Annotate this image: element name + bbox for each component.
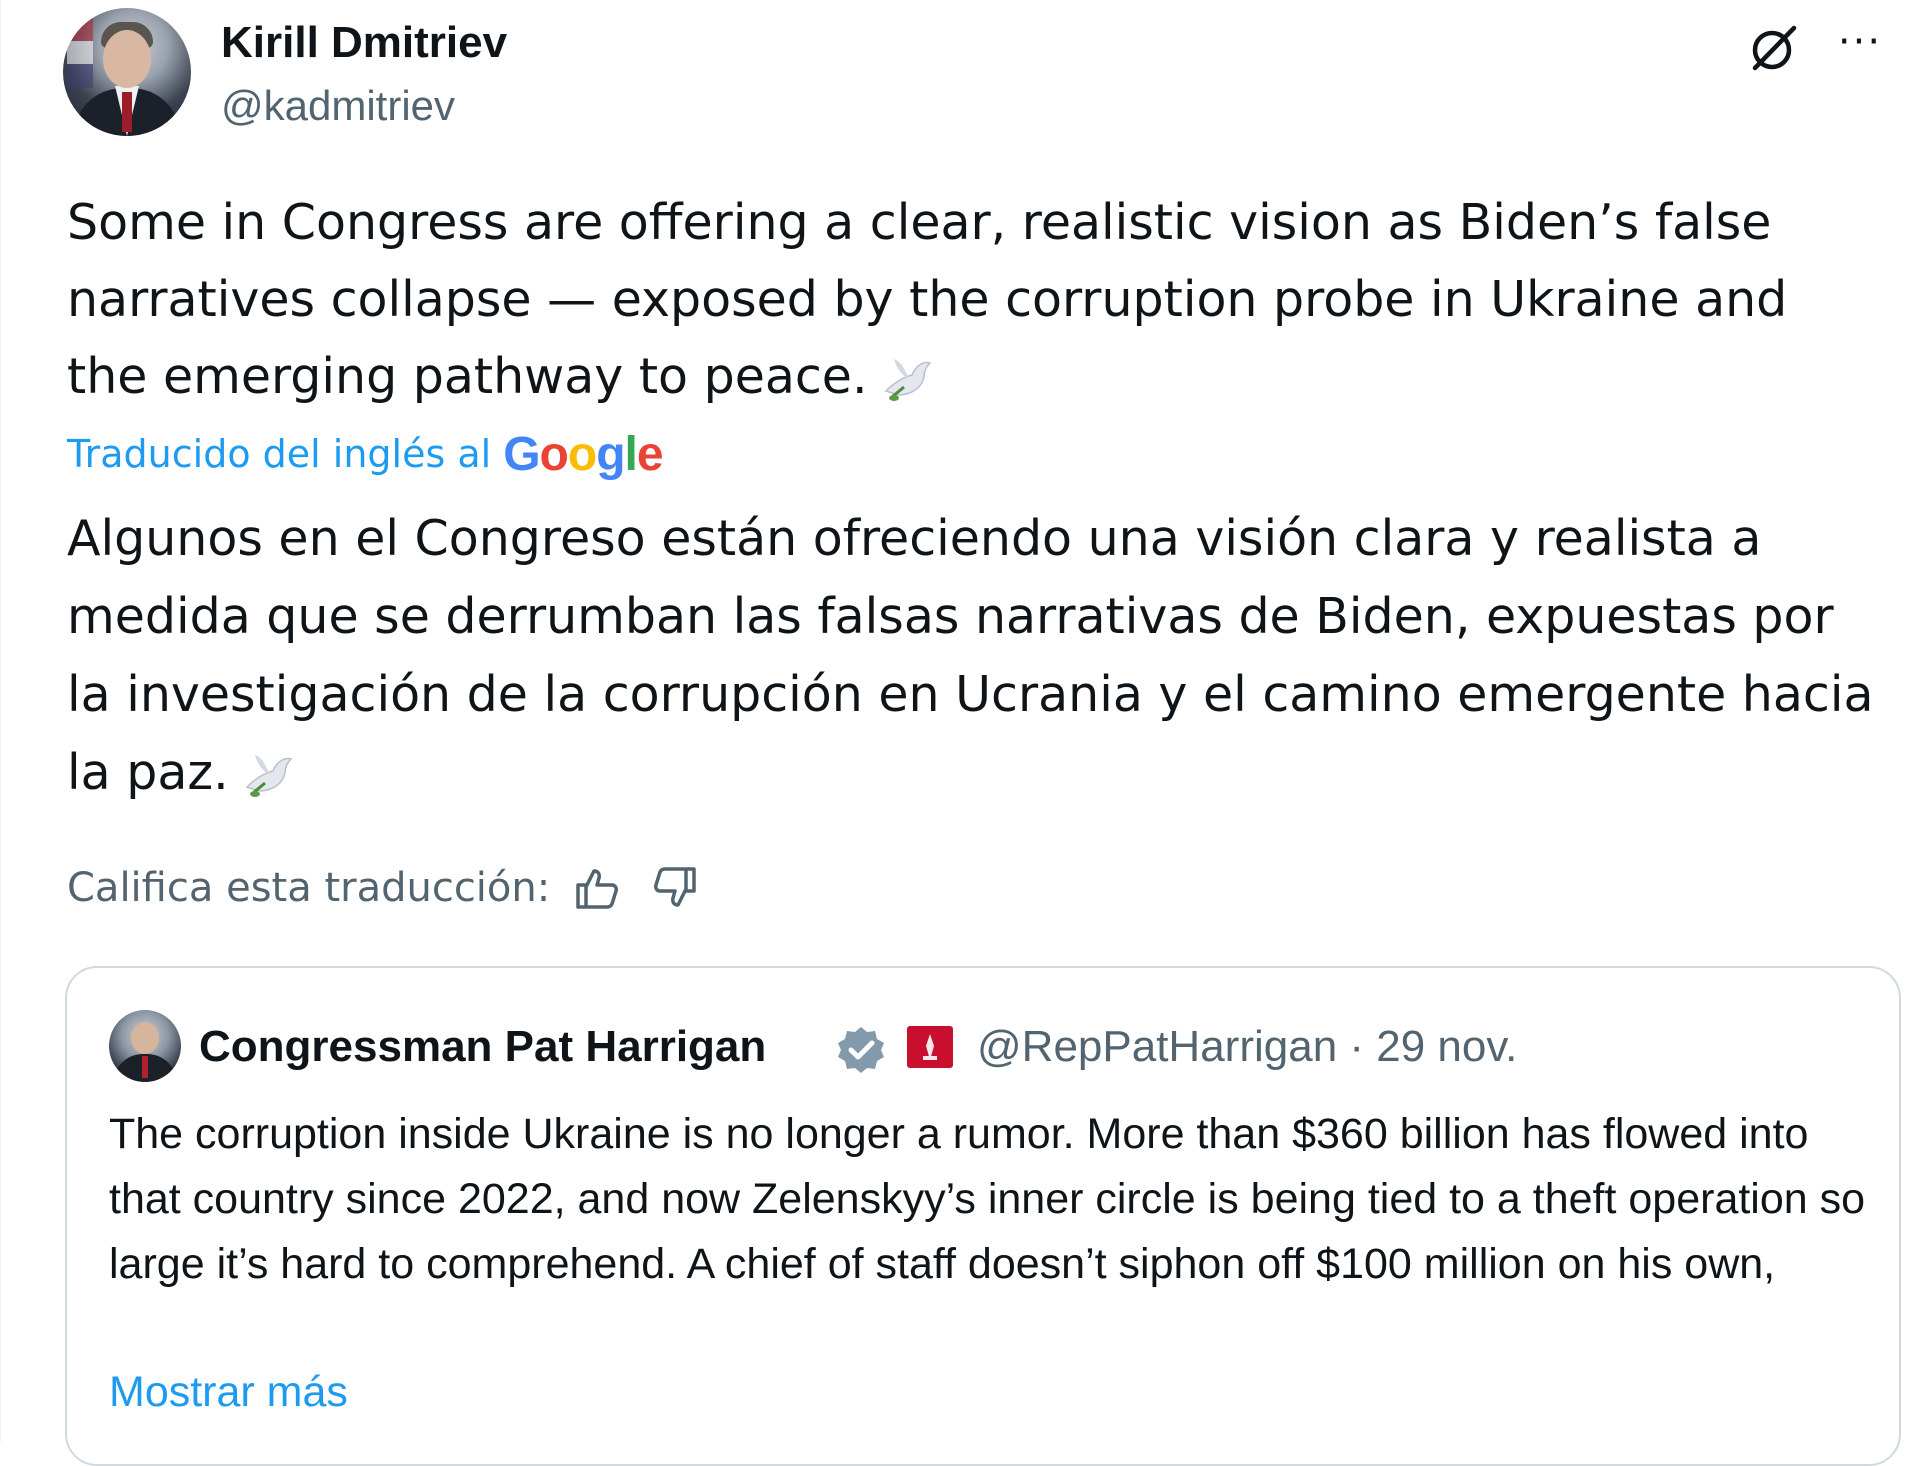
verified-badge-icon bbox=[838, 1027, 884, 1073]
quoted-tweet[interactable]: Congressman Pat Harrigan @RepPatHarrigan… bbox=[65, 966, 1901, 1466]
translated-by-label: Traducido del inglés al bbox=[67, 432, 492, 476]
avatar[interactable] bbox=[63, 8, 191, 136]
author-handle[interactable]: @kadmitriev bbox=[221, 82, 455, 130]
quoted-text: The corruption inside Ukraine is no long… bbox=[109, 1110, 1866, 1288]
author-name[interactable]: Kirill Dmitriev bbox=[221, 18, 507, 68]
more-options-icon[interactable]: ··· bbox=[1830, 12, 1890, 72]
translated-text-body: Algunos en el Congreso están ofreciendo … bbox=[67, 510, 1874, 801]
rate-translation-label: Califica esta traducción: bbox=[67, 865, 551, 911]
show-more-link[interactable]: Mostrar más bbox=[109, 1368, 348, 1417]
dove-icon bbox=[245, 754, 293, 797]
tweet-text: Some in Congress are offering a clear, r… bbox=[67, 184, 1867, 415]
dove-icon bbox=[884, 358, 931, 401]
thumbs-up-icon[interactable] bbox=[572, 863, 622, 913]
rate-translation: Califica esta traducción: bbox=[67, 858, 700, 918]
quoted-handle-date[interactable]: @RepPatHarrigan · 29 nov. bbox=[977, 1022, 1517, 1072]
affiliate-flag-icon bbox=[907, 1026, 953, 1068]
thumbs-down-icon[interactable] bbox=[650, 863, 700, 913]
translated-text: Algunos en el Congreso están ofreciendo … bbox=[67, 500, 1887, 812]
grok-icon[interactable] bbox=[1748, 22, 1800, 74]
quoted-author-name[interactable]: Congressman Pat Harrigan bbox=[199, 1022, 766, 1072]
tweet: Kirill Dmitriev @kadmitriev ··· Some in … bbox=[0, 0, 1920, 1466]
translation-attribution: Traducido del inglés al Google bbox=[67, 424, 664, 484]
tweet-header: Kirill Dmitriev @kadmitriev ··· bbox=[63, 8, 1890, 138]
quoted-avatar[interactable] bbox=[109, 1010, 181, 1082]
google-logo: Google bbox=[503, 427, 663, 481]
